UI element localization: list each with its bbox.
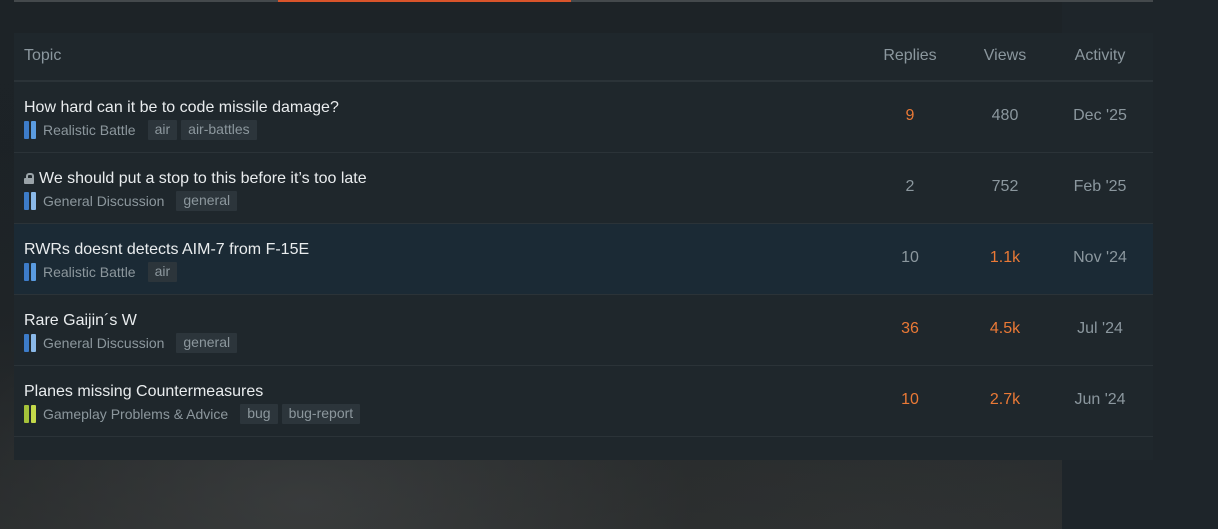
- topic-title-text[interactable]: We should put a stop to this before it’s…: [39, 170, 367, 187]
- topic-meta: General Discussion general: [24, 333, 241, 353]
- topic-row[interactable]: How hard can it be to code missile damag…: [14, 82, 1153, 153]
- topic-title-link[interactable]: How hard can it be to code missile damag…: [24, 98, 339, 118]
- tag-bug[interactable]: bug: [240, 404, 278, 424]
- category-link[interactable]: General Discussion: [43, 335, 164, 351]
- topic-row[interactable]: Rare Gaijin´s W General Discussion gener…: [14, 295, 1153, 366]
- activity-date[interactable]: Nov '24: [1060, 248, 1140, 268]
- tag-air[interactable]: air: [147, 262, 178, 282]
- topic-row[interactable]: Planes missing Countermeasures Gameplay …: [14, 366, 1153, 437]
- views-count: 2.7k: [989, 391, 1021, 408]
- tag-list: general: [176, 333, 241, 353]
- topic-title-link[interactable]: RWRs doesnt detects AIM-7 from F-15E: [24, 240, 309, 260]
- topic-list-panel: Topic Replies Views Activity How hard ca…: [14, 33, 1153, 460]
- topic-title-text[interactable]: Rare Gaijin´s W: [24, 312, 137, 329]
- column-header-activity[interactable]: Activity: [1060, 47, 1140, 65]
- activity-date[interactable]: Jun '24: [1060, 390, 1140, 410]
- tag-air-battles[interactable]: air-battles: [181, 120, 257, 140]
- topic-list-header: Topic Replies Views Activity: [14, 33, 1153, 82]
- replies-count[interactable]: 10: [870, 248, 950, 268]
- activity-date[interactable]: Jul '24: [1060, 319, 1140, 339]
- views-count: 1.1k: [989, 249, 1021, 266]
- tag-general[interactable]: general: [176, 333, 238, 353]
- replies-count[interactable]: 9: [870, 106, 950, 126]
- topic-meta: Gameplay Problems & Advice bug bug-report: [24, 404, 364, 424]
- category-badge-icon: [24, 263, 37, 281]
- tag-bug-report[interactable]: bug-report: [281, 404, 361, 424]
- column-header-views[interactable]: Views: [965, 47, 1045, 65]
- topic-title-link[interactable]: Planes missing Countermeasures: [24, 382, 263, 402]
- topic-list-body: How hard can it be to code missile damag…: [14, 82, 1153, 437]
- tag-list: general: [176, 191, 241, 211]
- topic-title-text[interactable]: Planes missing Countermeasures: [24, 383, 263, 400]
- column-header-replies[interactable]: Replies: [870, 47, 950, 65]
- page: Topic Replies Views Activity How hard ca…: [0, 0, 1218, 529]
- replies-count[interactable]: 10: [870, 390, 950, 410]
- tag-list: bug bug-report: [240, 404, 364, 424]
- category-link[interactable]: General Discussion: [43, 193, 164, 209]
- topic-meta: Realistic Battle air: [24, 262, 181, 282]
- topic-title-text[interactable]: RWRs doesnt detects AIM-7 from F-15E: [24, 241, 309, 258]
- column-header-topic[interactable]: Topic: [24, 47, 61, 65]
- category-link[interactable]: Gameplay Problems & Advice: [43, 406, 228, 422]
- replies-count[interactable]: 36: [870, 319, 950, 339]
- topic-row[interactable]: We should put a stop to this before it’s…: [14, 153, 1153, 224]
- replies-count[interactable]: 2: [870, 177, 950, 197]
- activity-date[interactable]: Feb '25: [1060, 177, 1140, 197]
- topic-row[interactable]: RWRs doesnt detects AIM-7 from F-15E Rea…: [14, 224, 1153, 295]
- category-badge-icon: [24, 405, 37, 423]
- tag-list: air: [147, 262, 182, 282]
- topic-title-link[interactable]: We should put a stop to this before it’s…: [24, 169, 367, 189]
- tag-list: air air-battles: [147, 120, 261, 140]
- lock-icon: [24, 173, 34, 184]
- views-count: 480: [991, 107, 1019, 124]
- views-count: 4.5k: [989, 320, 1021, 337]
- activity-date[interactable]: Dec '25: [1060, 106, 1140, 126]
- category-link[interactable]: Realistic Battle: [43, 122, 136, 138]
- category-badge-icon: [24, 121, 37, 139]
- category-badge-icon: [24, 334, 37, 352]
- topic-title-text[interactable]: How hard can it be to code missile damag…: [24, 99, 339, 116]
- loading-progress-fill: [278, 0, 571, 2]
- topic-title-link[interactable]: Rare Gaijin´s W: [24, 311, 137, 331]
- topic-meta: General Discussion general: [24, 191, 241, 211]
- topic-meta: Realistic Battle air air-battles: [24, 120, 261, 140]
- category-link[interactable]: Realistic Battle: [43, 264, 136, 280]
- category-badge-icon: [24, 192, 37, 210]
- tag-air[interactable]: air: [147, 120, 178, 140]
- views-count: 752: [991, 178, 1019, 195]
- loading-progress-bar: [14, 0, 1153, 2]
- tag-general[interactable]: general: [176, 191, 238, 211]
